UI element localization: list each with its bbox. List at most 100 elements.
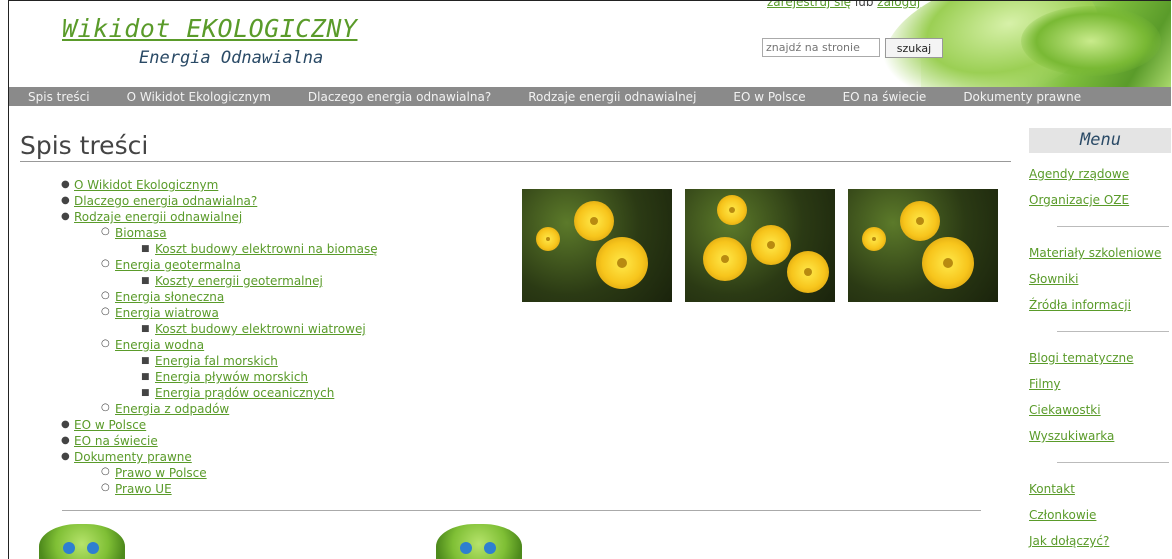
bullet-icon: ● <box>61 211 70 222</box>
header-leaf-image <box>921 1 1171 87</box>
toc-item: ● Dlaczego energia odnawialna? <box>58 193 378 209</box>
leaf-mascot-image-right <box>436 524 522 559</box>
account-links: zarejestruj się lub zaloguj <box>767 0 920 9</box>
toc-item: ■ Koszty energii geotermalnej <box>58 273 378 289</box>
title-divider <box>20 161 1011 162</box>
site-title-link[interactable]: Wikidot EKOLOGICZNY <box>62 14 357 43</box>
toc-item: ● O Wikidot Ekologicznym <box>58 177 378 193</box>
toc-item: ● Dokumenty prawne <box>58 449 378 465</box>
toc-link-dokumenty-prawne[interactable]: Dokumenty prawne <box>74 450 192 464</box>
toc-item: ○ Energia słoneczna <box>58 289 378 305</box>
toc-item: ○ Biomasa <box>58 225 378 241</box>
sidebar-link-filmy[interactable]: Filmy <box>1029 371 1171 397</box>
search-button[interactable]: szukaj <box>885 38 943 58</box>
toc-item: ○ Prawo UE <box>58 481 378 497</box>
sidebar-menu-heading: Menu <box>1029 128 1171 153</box>
toc-link-energia-pradow-oceanicznych[interactable]: Energia prądów oceanicznych <box>155 386 334 400</box>
search-input[interactable] <box>762 38 880 57</box>
nav-item-eo-w-polsce[interactable]: EO w Polsce <box>733 90 805 104</box>
nav-item-rodzaje-energii-odnawialnej[interactable]: Rodzaje energii odnawialnej <box>528 90 696 104</box>
content-divider <box>62 510 981 511</box>
register-link[interactable]: zarejestruj się <box>767 1 851 9</box>
toc-link-prawo-w-polsce[interactable]: Prawo w Polsce <box>115 466 207 480</box>
sidebar-link-czlonkowie[interactable]: Członkowie <box>1029 502 1171 528</box>
toc-link-energia-sloneczna[interactable]: Energia słoneczna <box>115 290 224 304</box>
flower-photo-3 <box>848 189 998 302</box>
toc-item: ■ Energia fal morskich <box>58 353 378 369</box>
bullet-icon: ■ <box>141 276 150 286</box>
toc-link-eo-w-polsce[interactable]: EO w Polsce <box>74 418 146 432</box>
sidebar-menu: Menu Agendy rządowe Organizacje OZE Materi… <box>1029 128 1171 554</box>
toc-item: ● EO w Polsce <box>58 417 378 433</box>
sidebar-link-zrodla-informacji[interactable]: Źródła informacji <box>1029 292 1171 318</box>
sidebar-link-agendy-rzadowe[interactable]: Agendy rządowe <box>1029 161 1171 187</box>
sidebar-link-blogi-tematyczne[interactable]: Blogi tematyczne <box>1029 345 1171 371</box>
toc-item: ○ Prawo w Polsce <box>58 465 378 481</box>
nav-item-dokumenty-prawne[interactable]: Dokumenty prawne <box>963 90 1081 104</box>
bullet-icon: ○ <box>101 290 110 301</box>
sidebar-link-materialy-szkoleniowe[interactable]: Materiały szkoleniowe <box>1029 240 1171 266</box>
toc-link-prawo-ue[interactable]: Prawo UE <box>115 482 172 496</box>
flower-photo-2 <box>685 189 835 302</box>
sidebar-link-ciekawostki[interactable]: Ciekawostki <box>1029 397 1171 423</box>
toc-link-koszty-energii-geotermalnej[interactable]: Koszty energii geotermalnej <box>155 274 323 288</box>
bullet-icon: ○ <box>101 402 110 413</box>
sidebar-separator <box>1057 331 1169 332</box>
toc-link-o-wikidot-ekologicznym[interactable]: O Wikidot Ekologicznym <box>74 178 218 192</box>
sidebar-separator <box>1057 226 1169 227</box>
toc-link-dlaczego-energia-odnawialna[interactable]: Dlaczego energia odnawialna? <box>74 194 257 208</box>
bullet-icon: ○ <box>101 338 110 349</box>
sidebar-separator <box>1057 462 1169 463</box>
bullet-icon: ■ <box>141 372 150 382</box>
site-subtitle: Energia Odnawialna <box>139 48 324 68</box>
toc-item: ○ Energia wiatrowa <box>58 305 378 321</box>
sidebar-link-wyszukiwarka[interactable]: Wyszukiwarka <box>1029 423 1171 449</box>
nav-item-spis-tresci[interactable]: Spis treści <box>28 90 90 104</box>
bullet-icon: ● <box>61 179 70 190</box>
toc-item: ■ Energia pływów morskich <box>58 369 378 385</box>
sidebar-link-jak-dolaczyc[interactable]: Jak dołączyć? <box>1029 528 1171 554</box>
flower-photo-1 <box>522 189 672 302</box>
bullet-icon: ● <box>61 419 70 430</box>
toc-item: ● Rodzaje energii odnawialnej <box>58 209 378 225</box>
toc-item: ■ Koszt budowy elektrowni na biomasę <box>58 241 378 257</box>
nav-item-eo-na-swiecie[interactable]: EO na świecie <box>843 90 927 104</box>
sidebar-link-kontakt[interactable]: Kontakt <box>1029 476 1171 502</box>
bullet-icon: ● <box>61 451 70 462</box>
toc-item: ■ Energia prądów oceanicznych <box>58 385 378 401</box>
top-nav-bar: Spis treści O Wikidot Ekologicznym Dlaczeg… <box>9 87 1171 106</box>
sidebar-link-slowniki[interactable]: Słowniki <box>1029 266 1171 292</box>
toc-link-biomasa[interactable]: Biomasa <box>115 226 167 240</box>
bullet-icon: ● <box>61 195 70 206</box>
bullet-icon: ○ <box>101 226 110 237</box>
bullet-icon: ■ <box>141 356 150 366</box>
page-title: Spis treści <box>20 131 149 160</box>
sidebar-link-organizacje-oze[interactable]: Organizacje OZE <box>1029 187 1171 213</box>
table-of-contents: ● O Wikidot Ekologicznym ● Dlaczego energia… <box>58 177 378 497</box>
toc-link-energia-geotermalna[interactable]: Energia geotermalna <box>115 258 241 272</box>
toc-link-energia-wodna[interactable]: Energia wodna <box>115 338 204 352</box>
bullet-icon: ■ <box>141 244 150 254</box>
toc-item: ○ Energia z odpadów <box>58 401 378 417</box>
or-text: lub <box>854 0 874 9</box>
toc-link-energia-plywow-morskich[interactable]: Energia pływów morskich <box>155 370 308 384</box>
login-link[interactable]: zaloguj <box>877 1 920 9</box>
toc-link-energia-fal-morskich[interactable]: Energia fal morskich <box>155 354 278 368</box>
toc-link-koszt-budowy-elektrowni-na-biomase[interactable]: Koszt budowy elektrowni na biomasę <box>155 242 378 256</box>
bullet-icon: ● <box>61 435 70 446</box>
nav-item-o-wikidot-ekologicznym[interactable]: O Wikidot Ekologicznym <box>127 90 271 104</box>
bullet-icon: ○ <box>101 258 110 269</box>
toc-item: ○ Energia wodna <box>58 337 378 353</box>
page-frame: Wikidot EKOLOGICZNY Energia Odnawialna z… <box>8 0 1171 559</box>
bullet-icon: ○ <box>101 466 110 477</box>
bullet-icon: ■ <box>141 324 150 334</box>
toc-link-energia-wiatrowa[interactable]: Energia wiatrowa <box>115 306 219 320</box>
toc-link-energia-z-odpadow[interactable]: Energia z odpadów <box>115 402 229 416</box>
toc-link-eo-na-swiecie[interactable]: EO na świecie <box>74 434 158 448</box>
toc-item: ● EO na świecie <box>58 433 378 449</box>
bullet-icon: ○ <box>101 482 110 493</box>
nav-item-dlaczego-energia-odnawialna[interactable]: Dlaczego energia odnawialna? <box>308 90 491 104</box>
toc-link-koszt-budowy-elektrowni-wiatrowej[interactable]: Koszt budowy elektrowni wiatrowej <box>155 322 366 336</box>
toc-link-rodzaje-energii-odnawialnej[interactable]: Rodzaje energii odnawialnej <box>74 210 242 224</box>
leaf-mascot-image-left <box>39 524 125 559</box>
